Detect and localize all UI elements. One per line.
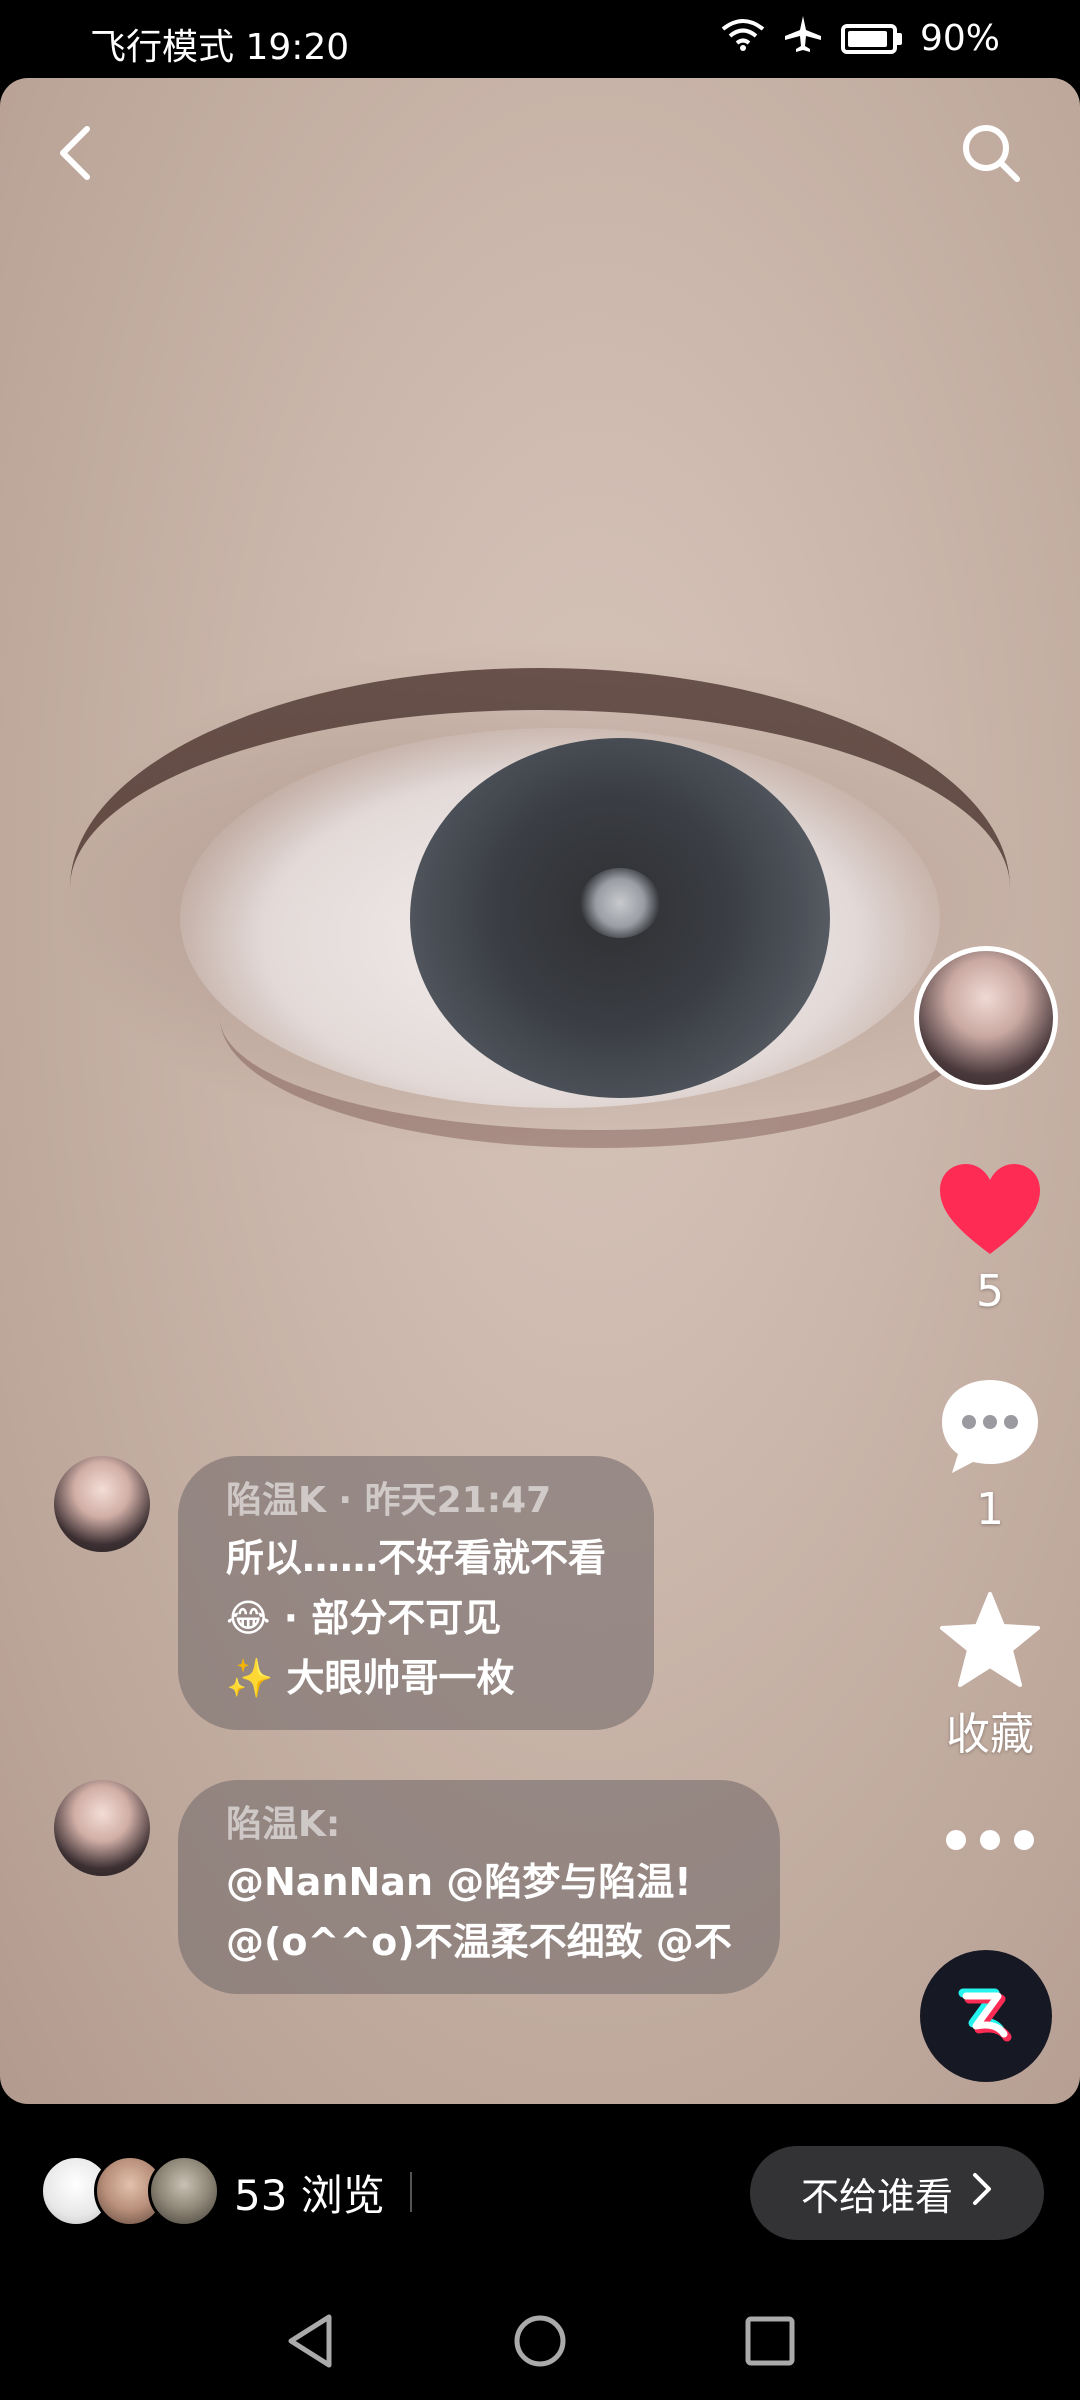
comment-item[interactable]: 陷温K: @NanNan @陷梦与陷温! @(o^^o)不温柔不细致 @不 <box>54 1780 780 1994</box>
chevron-left-icon <box>53 123 97 187</box>
back-button[interactable] <box>30 110 120 200</box>
comment-bubble: 陷温K: @NanNan @陷梦与陷温! @(o^^o)不温柔不细致 @不 <box>178 1780 780 1994</box>
like-count: 5 <box>976 1266 1004 1317</box>
viewer-avatar[interactable] <box>148 2155 220 2227</box>
star-icon <box>938 1592 1042 1694</box>
comment-line: ✨ 大眼帅哥一枚 <box>226 1656 515 1700</box>
comment-line: 😂 · 部分不可见 <box>226 1596 502 1640</box>
commenter-avatar[interactable] <box>54 1456 150 1552</box>
battery-percent: 90% <box>919 18 1000 59</box>
status-indicators: 90% <box>721 14 1000 63</box>
nav-home-button[interactable] <box>505 2308 575 2378</box>
like-button[interactable]: 5 <box>930 1162 1050 1317</box>
comment-bubble-icon <box>938 1380 1042 1480</box>
nav-back-button[interactable] <box>275 2308 345 2378</box>
divider <box>410 2172 412 2212</box>
battery-icon <box>840 23 902 54</box>
comment-line: @(o^^o)不温柔不细致 @不 <box>226 1920 732 1964</box>
douyin-logo-icon <box>946 1974 1026 2058</box>
status-bar: 飞行模式 19:20 90% <box>0 0 1080 78</box>
airplane-icon <box>783 14 823 63</box>
douyin-logo-button[interactable] <box>920 1950 1052 2082</box>
privacy-button-label: 不给谁看 <box>800 2174 953 2219</box>
comment-line: 所以……不好看就不看 <box>226 1536 607 1580</box>
triangle-back-icon <box>285 2313 335 2373</box>
nav-recents-button[interactable] <box>735 2308 805 2378</box>
circle-home-icon <box>512 2313 568 2373</box>
favorite-label: 收藏 <box>946 1709 1034 1760</box>
square-recents-icon <box>744 2315 796 2371</box>
more-dots-icon <box>940 1830 1040 1859</box>
comment-line: @NanNan @陷梦与陷温! <box>226 1860 692 1904</box>
comment-bubble: 陷温K · 昨天21:47 所以……不好看就不看 😂 · 部分不可见 ✨ 大眼帅… <box>178 1456 655 1730</box>
status-time: 飞行模式 19:20 <box>90 27 350 68</box>
more-button[interactable] <box>930 1825 1050 1859</box>
wifi-icon <box>721 17 765 60</box>
search-button[interactable] <box>946 110 1036 200</box>
comment-count: 1 <box>976 1484 1004 1535</box>
chevron-right-icon <box>971 2171 993 2215</box>
comment-item[interactable]: 陷温K · 昨天21:47 所以……不好看就不看 😂 · 部分不可见 ✨ 大眼帅… <box>54 1456 655 1730</box>
comment-button[interactable]: 1 <box>930 1376 1050 1535</box>
heart-icon <box>938 1164 1042 1262</box>
search-icon <box>959 121 1023 189</box>
commenter-avatar[interactable] <box>54 1780 150 1876</box>
favorite-button[interactable]: 收藏 <box>930 1590 1050 1762</box>
comment-meta: 陷温K: <box>226 1804 341 1845</box>
view-count[interactable]: 53 浏览 <box>234 2162 385 2223</box>
privacy-button[interactable]: 不给谁看 <box>750 2146 1044 2240</box>
author-avatar[interactable] <box>914 946 1058 1090</box>
comment-meta: 陷温K · 昨天21:47 <box>226 1480 552 1521</box>
